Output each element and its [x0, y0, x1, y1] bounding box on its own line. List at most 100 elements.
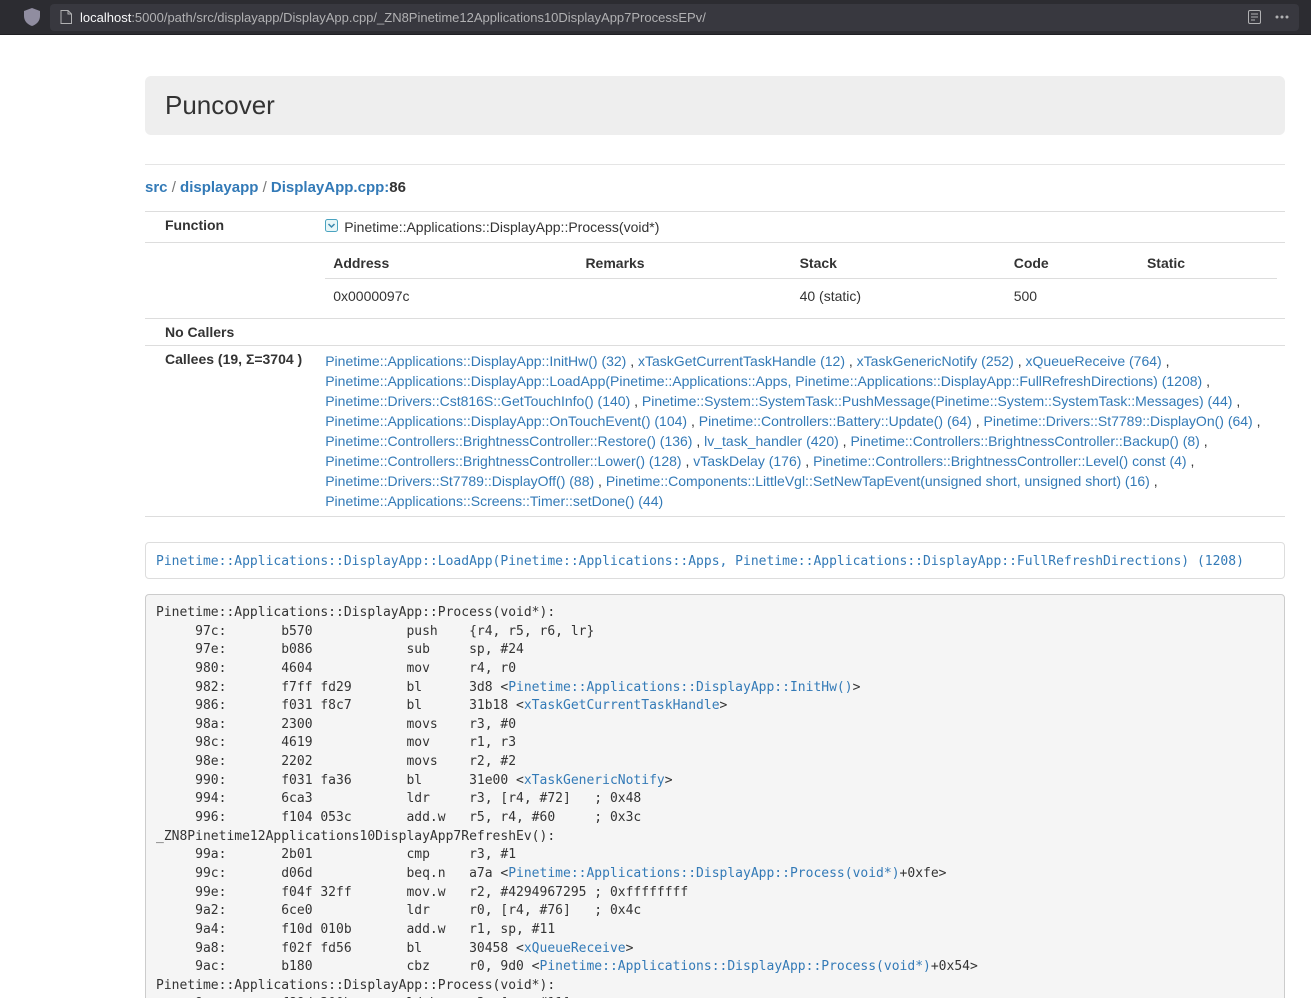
col-address: Address [325, 248, 577, 279]
text: 99c: d06d beq.n a7a < [156, 866, 508, 881]
stat-stack: 40 (static) [792, 279, 1006, 314]
callee-link[interactable]: Pinetime::Drivers::St7789::DisplayOff() … [325, 473, 594, 489]
text: 994: 6ca3 ldr r3, [r4, #72] ; 0x48 [156, 791, 641, 806]
page-info-icon[interactable] [60, 10, 72, 24]
no-callers-row: No Callers [145, 319, 1285, 346]
separator: / [168, 179, 181, 196]
stat-static [1139, 279, 1277, 314]
breadcrumb-link[interactable]: src [145, 179, 168, 196]
text: +0xfe> [900, 866, 947, 881]
breadcrumb-link[interactable]: DisplayApp.cpp: [271, 179, 389, 196]
col-remarks: Remarks [577, 248, 791, 279]
col-static: Static [1139, 248, 1277, 279]
code-line: 98a: 2300 movs r3, #0 [156, 716, 1274, 735]
text: 99a: 2b01 cmp r3, #1 [156, 847, 516, 862]
page-header: Puncover [145, 76, 1285, 135]
callee-link[interactable]: Pinetime::Controllers::Battery::Update()… [699, 413, 972, 429]
code-line: 97c: b570 push {r4, r5, r6, lr} [156, 623, 1274, 642]
text: 986: f031 f8c7 bl 31b18 < [156, 698, 524, 713]
code-symbol-link[interactable]: xTaskGetCurrentTaskHandle [524, 698, 720, 713]
callee-link[interactable]: Pinetime::Controllers::BrightnessControl… [325, 453, 681, 469]
code-line: Pinetime::Applications::DisplayApp::Proc… [156, 604, 1274, 623]
code-line: 9a4: f10d 010b add.w r1, sp, #11 [156, 921, 1274, 940]
text: 982: f7ff fd29 bl 3d8 < [156, 680, 508, 695]
callee-link[interactable]: Pinetime::Drivers::Cst816S::GetTouchInfo… [325, 393, 630, 409]
code-line: 9a8: f02f fd56 bl 30458 <xQueueReceive> [156, 940, 1274, 959]
callee-link[interactable]: Pinetime::Applications::DisplayApp::OnTo… [325, 413, 687, 429]
breadcrumb: src / displayapp / DisplayApp.cpp:86 [145, 179, 1285, 196]
text: Pinetime::Applications::DisplayApp::Proc… [156, 978, 555, 993]
stat-address: 0x0000097c [325, 279, 577, 314]
text: 990: f031 fa36 bl 31e00 < [156, 773, 524, 788]
text: > [853, 680, 861, 695]
text: 97c: b570 push {r4, r5, r6, lr} [156, 624, 594, 639]
text: 98a: 2300 movs r3, #0 [156, 717, 516, 732]
callee-link[interactable]: Pinetime::Controllers::BrightnessControl… [325, 433, 692, 449]
text: 996: f104 053c add.w r5, r4, #60 ; 0x3c [156, 810, 641, 825]
code-symbol-link[interactable]: xTaskGenericNotify [524, 773, 665, 788]
url-bar[interactable]: localhost:5000/path/src/displayapp/Displ… [50, 4, 1299, 31]
callee-link[interactable]: Pinetime::Controllers::BrightnessControl… [850, 433, 1199, 449]
function-row: Function Pinetime::Applications::Display… [145, 212, 1285, 243]
function-detail-table: Function Pinetime::Applications::Display… [145, 211, 1285, 517]
text: 9a4: f10d 010b add.w r1, sp, #11 [156, 922, 555, 937]
text: 86 [389, 179, 406, 196]
code-line: 98c: 4619 mov r1, r3 [156, 734, 1274, 753]
callee-link[interactable]: Pinetime::Applications::Screens::Timer::… [325, 493, 663, 509]
text: 98e: 2202 movs r2, #2 [156, 754, 516, 769]
reader-view-icon[interactable] [1248, 10, 1261, 24]
page-title: Puncover [165, 90, 1265, 121]
code-line: 982: f7ff fd29 bl 3d8 <Pinetime::Applica… [156, 679, 1274, 698]
code-line: 990: f031 fa36 bl 31e00 <xTaskGenericNot… [156, 772, 1274, 791]
breadcrumb-link[interactable]: displayapp [180, 179, 258, 196]
tracking-protection-shield-icon[interactable] [24, 8, 40, 26]
function-label: Function [145, 212, 310, 243]
table-row: 0x0000097c 40 (static) 500 [325, 279, 1277, 314]
callee-link[interactable]: lv_task_handler (420) [704, 433, 839, 449]
code-line: 986: f031 f8c7 bl 31b18 <xTaskGetCurrent… [156, 697, 1274, 716]
code-block: Pinetime::Applications::DisplayApp::Proc… [145, 594, 1285, 998]
stat-code: 500 [1006, 279, 1139, 314]
callee-link[interactable]: Pinetime::Controllers::BrightnessControl… [813, 453, 1186, 469]
code-line: 980: 4604 mov r4, r0 [156, 660, 1274, 679]
symbol-panel: Pinetime::Applications::DisplayApp::Load… [145, 542, 1285, 579]
callees-label: Callees (19, Σ=3704 ) [145, 346, 310, 517]
callee-link[interactable]: xQueueReceive (764) [1026, 353, 1162, 369]
callees-row: Callees (19, Σ=3704 ) Pinetime::Applicat… [145, 346, 1285, 517]
url-text: localhost:5000/path/src/displayapp/Displ… [80, 10, 1238, 25]
stats-row: Address Remarks Stack Code Static 0x0000… [145, 243, 1285, 319]
text: 97e: b086 sub sp, #24 [156, 642, 524, 657]
code-symbol-link[interactable]: Pinetime::Applications::DisplayApp::Init… [508, 680, 852, 695]
callee-link[interactable]: Pinetime::Drivers::St7789::DisplayOn() (… [984, 413, 1253, 429]
divider [145, 164, 1285, 165]
code-line: 99e: f04f 32ff mov.w r2, #4294967295 ; 0… [156, 884, 1274, 903]
code-line: Pinetime::Applications::DisplayApp::Proc… [156, 977, 1274, 996]
code-symbol-link[interactable]: xQueueReceive [524, 941, 626, 956]
callee-link[interactable]: xTaskGenericNotify (252) [857, 353, 1014, 369]
callee-link[interactable]: Pinetime::Components::LittleVgl::SetNewT… [606, 473, 1150, 489]
callee-link[interactable]: Pinetime::System::SystemTask::PushMessag… [642, 393, 1233, 409]
function-name: Pinetime::Applications::DisplayApp::Proc… [344, 217, 659, 237]
code-line: 994: 6ca3 ldr r3, [r4, #72] ; 0x48 [156, 790, 1274, 809]
code-line: 99a: 2b01 cmp r3, #1 [156, 846, 1274, 865]
browser-toolbar: localhost:5000/path/src/displayapp/Displ… [0, 0, 1311, 35]
callee-link[interactable]: Pinetime::Applications::DisplayApp::Load… [325, 373, 1202, 389]
callee-link[interactable]: xTaskGetCurrentTaskHandle (12) [638, 353, 845, 369]
page-actions-ellipsis-icon[interactable] [1275, 15, 1289, 19]
separator: / [258, 179, 271, 196]
code-line: 98e: 2202 movs r2, #2 [156, 753, 1274, 772]
page-container: Puncover src / displayapp / DisplayApp.c… [145, 35, 1285, 998]
code-line: 9a2: 6ce0 ldr r0, [r4, #76] ; 0x4c [156, 902, 1274, 921]
callees-cell: Pinetime::Applications::DisplayApp::Init… [310, 346, 1285, 517]
callee-link[interactable]: vTaskDelay (176) [693, 453, 801, 469]
code-line: 99c: d06d beq.n a7a <Pinetime::Applicati… [156, 865, 1274, 884]
callee-link[interactable]: Pinetime::Applications::DisplayApp::Init… [325, 353, 626, 369]
code-line: _ZN8Pinetime12Applications10DisplayApp7R… [156, 828, 1274, 847]
code-line: 97e: b086 sub sp, #24 [156, 641, 1274, 660]
code-line: 996: f104 053c add.w r5, r4, #60 ; 0x3c [156, 809, 1274, 828]
code-symbol-link[interactable]: Pinetime::Applications::DisplayApp::Proc… [508, 866, 899, 881]
text: 9a2: 6ce0 ldr r0, [r4, #76] ; 0x4c [156, 903, 641, 918]
code-symbol-link[interactable]: Pinetime::Applications::DisplayApp::Proc… [540, 959, 931, 974]
url-path: :5000/path/src/displayapp/DisplayApp.cpp… [131, 10, 706, 25]
symbol-link[interactable]: Pinetime::Applications::DisplayApp::Load… [156, 554, 1244, 569]
